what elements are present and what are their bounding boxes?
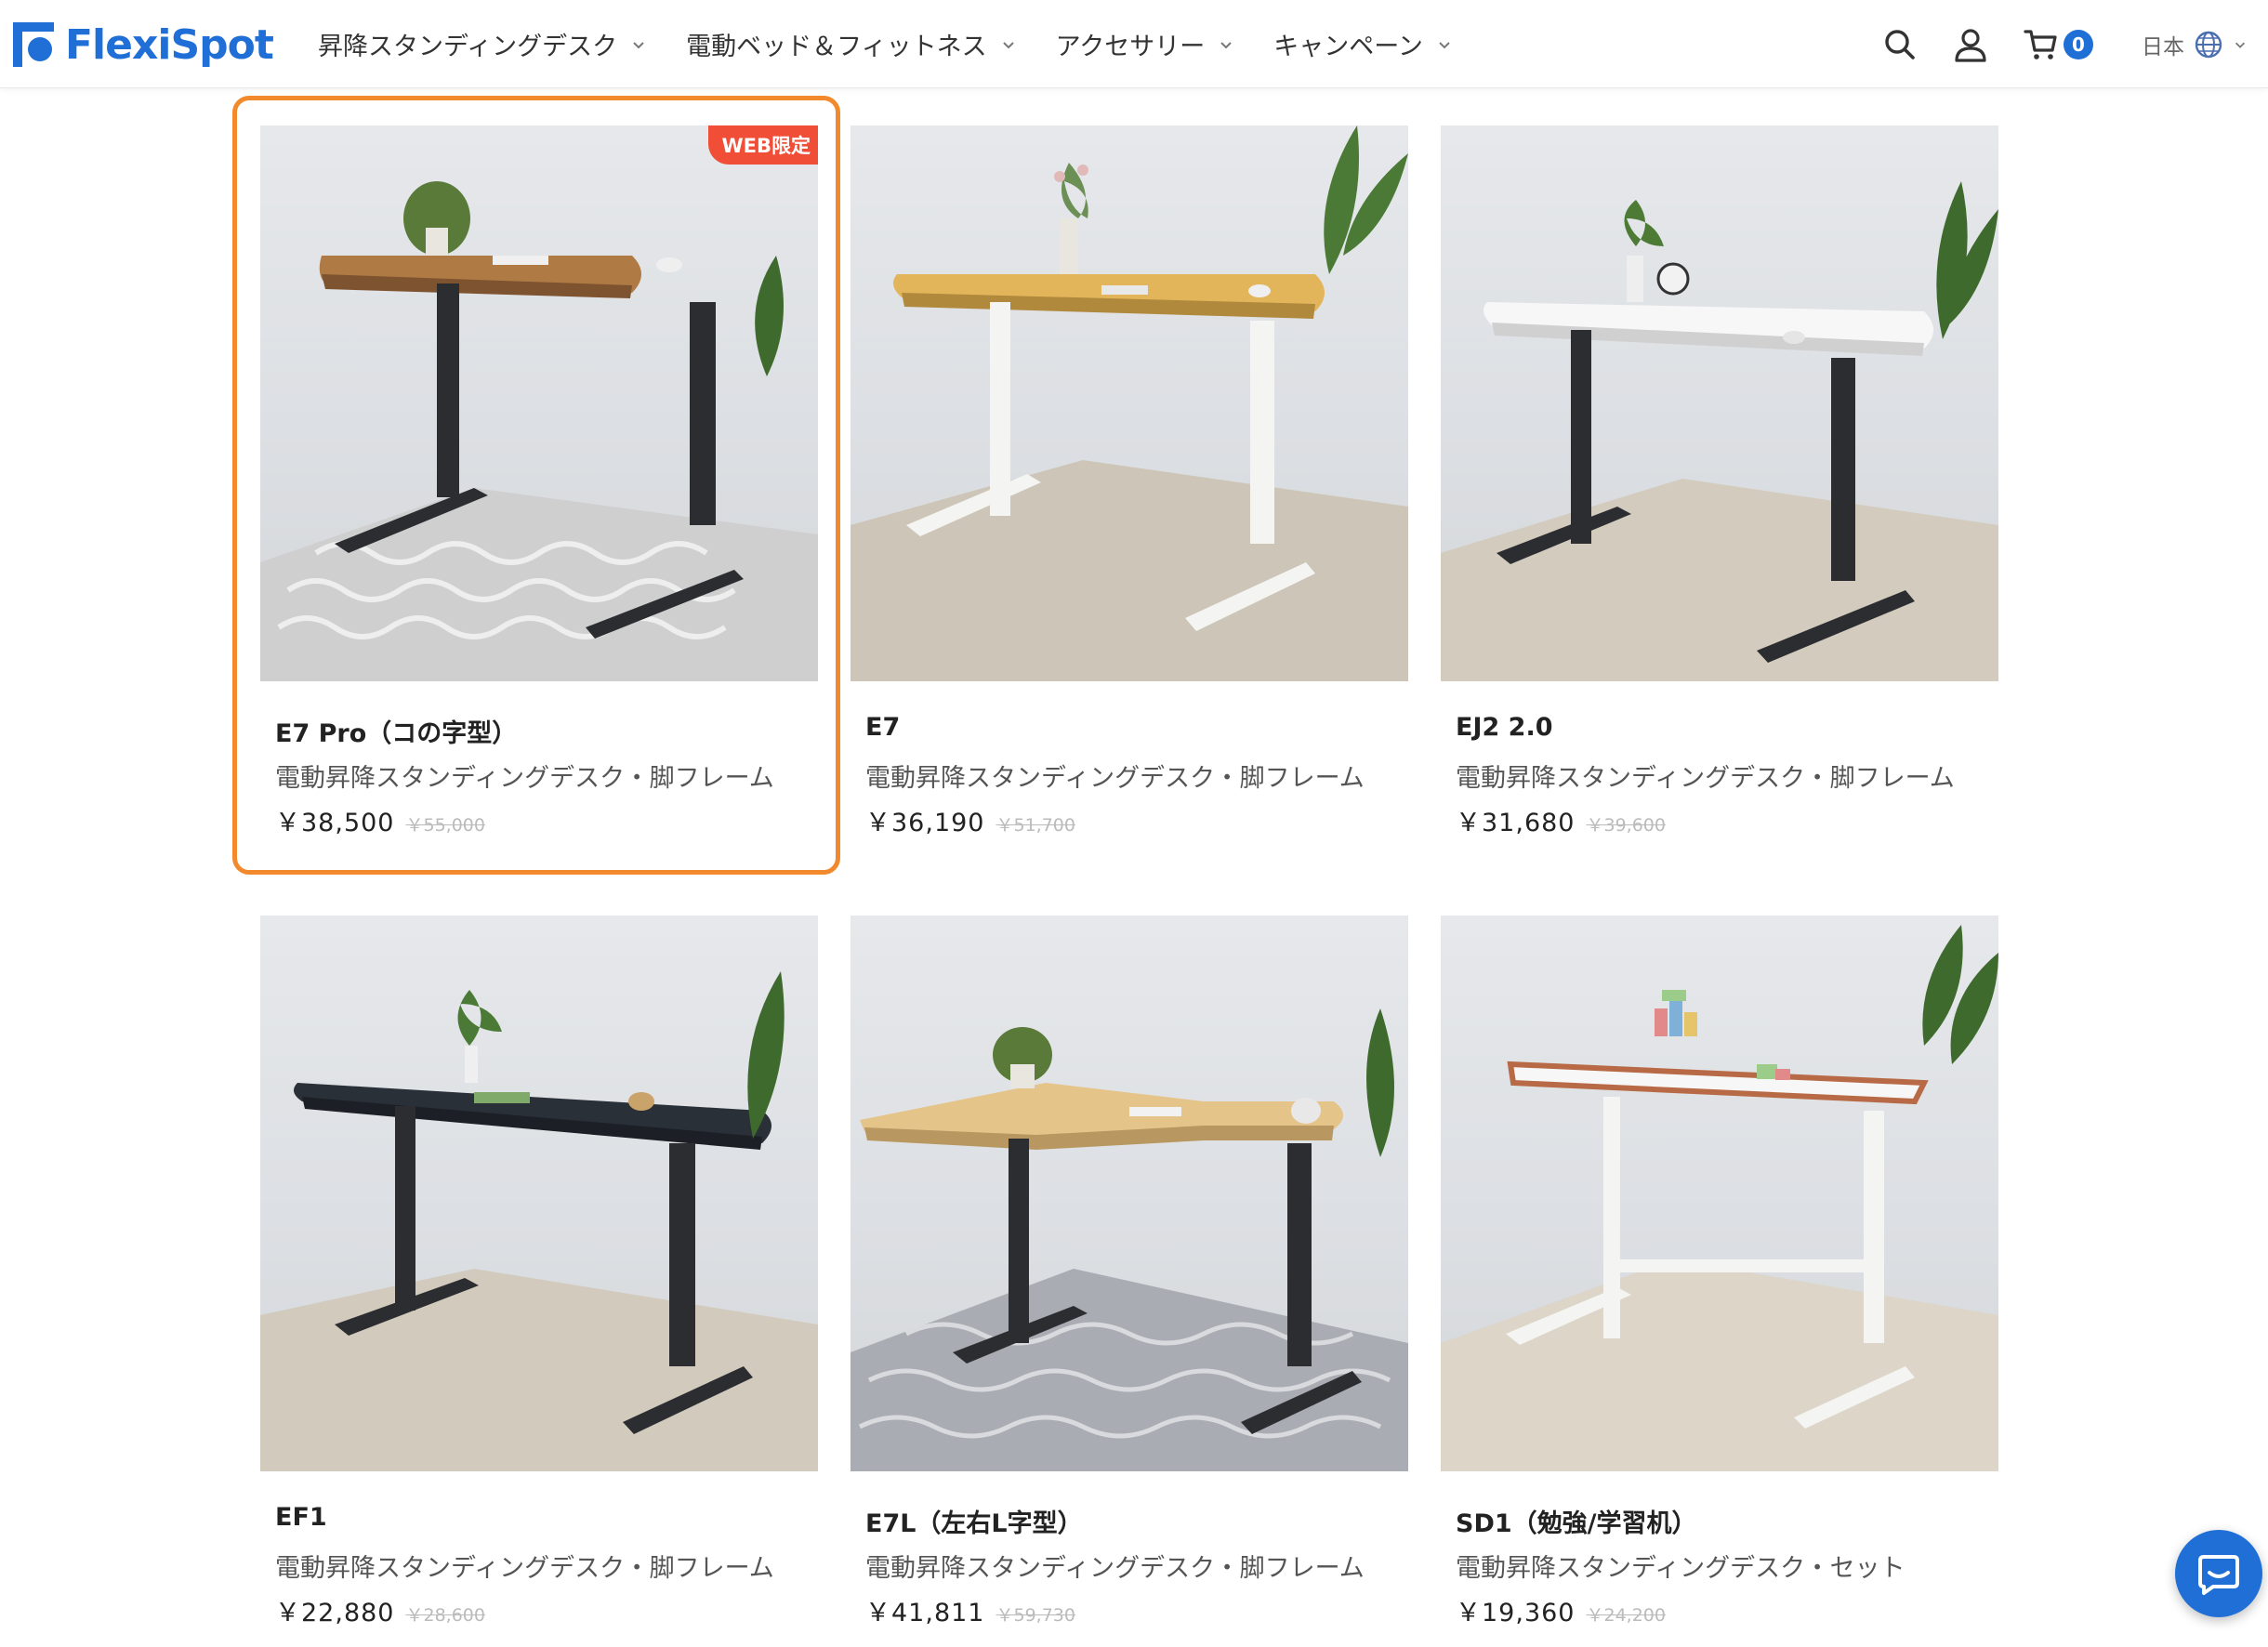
chevron-down-icon <box>1439 41 1450 48</box>
original-price: ￥28,600 <box>405 1605 485 1626</box>
site-header: FlexiSpot 昇降スタンディングデスク 電動ベッド＆フィットネス アクセサ… <box>0 0 2268 88</box>
cart-icon <box>2024 29 2057 59</box>
chevron-down-icon <box>1220 41 1232 48</box>
product-subtitle: 電動昇降スタンディングデスク・脚フレーム <box>1456 764 1955 793</box>
product-subtitle: 電動昇降スタンディングデスク・脚フレーム <box>865 764 1365 793</box>
nav-item-label: アクセサリー <box>1055 33 1206 61</box>
product-image[interactable] <box>1441 916 1998 1471</box>
product-price: ￥38,500 ￥55,000 <box>275 802 485 838</box>
product-image[interactable] <box>850 916 1408 1471</box>
desk-illustration <box>260 971 818 1471</box>
product-subtitle: 電動昇降スタンディングデスク・脚フレーム <box>275 1554 774 1583</box>
product-subtitle: 電動昇降スタンディングデスク・脚フレーム <box>865 1554 1365 1583</box>
search-icon[interactable] <box>1881 26 1919 63</box>
original-price: ￥39,600 <box>1586 815 1666 836</box>
product-name[interactable]: EF1 <box>275 1503 327 1532</box>
main-nav: 昇降スタンディングデスク 電動ベッド＆フィットネス アクセサリー キャンペーン <box>318 0 1492 88</box>
desk-illustration <box>850 1008 1408 1471</box>
nav-item-accessories[interactable]: アクセサリー <box>1056 26 1235 62</box>
product-price: ￥19,360 ￥24,200 <box>1456 1592 1666 1628</box>
nav-item-campaign[interactable]: キャンペーン <box>1273 26 1453 62</box>
original-price: ￥24,200 <box>1586 1605 1666 1626</box>
globe-icon <box>2195 31 2222 58</box>
chevron-down-icon <box>633 41 644 48</box>
sale-price: ￥41,811 <box>865 1599 985 1627</box>
sale-price: ￥38,500 <box>275 809 395 837</box>
nav-item-label: キャンペーン <box>1273 33 1423 61</box>
cart-count-badge: 0 <box>2064 29 2093 59</box>
product-name[interactable]: EJ2 2.0 <box>1456 713 1553 742</box>
logo-mark-icon <box>13 22 58 67</box>
user-icon[interactable] <box>1952 26 1989 63</box>
sale-price: ￥19,360 <box>1456 1599 1576 1627</box>
desk-illustration <box>260 181 818 681</box>
nav-item-standing-desks[interactable]: 昇降スタンディングデスク <box>318 26 647 62</box>
sale-price: ￥31,680 <box>1456 809 1576 837</box>
product-price: ￥41,811 ￥59,730 <box>865 1592 1075 1628</box>
chevron-down-icon <box>2235 42 2246 48</box>
product-image[interactable] <box>1441 125 1998 681</box>
original-price: ￥59,730 <box>996 1605 1075 1626</box>
sale-price: ￥36,190 <box>865 809 985 837</box>
sale-price: ￥22,880 <box>275 1599 395 1627</box>
chevron-down-icon <box>1002 41 1014 48</box>
header-actions: 0 日本 <box>1881 0 2268 88</box>
desk-illustration <box>1441 181 1998 681</box>
nav-item-label: 昇降スタンディングデスク <box>318 33 618 61</box>
original-price: ￥51,700 <box>996 815 1075 836</box>
product-subtitle: 電動昇降スタンディングデスク・脚フレーム <box>275 764 774 793</box>
product-image[interactable] <box>850 125 1408 681</box>
language-selector[interactable]: 日本 <box>2142 29 2248 60</box>
language-label: 日本 <box>2142 34 2184 59</box>
product-name[interactable]: E7 Pro（コの字型） <box>275 713 517 749</box>
product-name[interactable]: E7 <box>865 713 900 742</box>
nav-item-beds-fitness[interactable]: 電動ベッド＆フィットネス <box>686 26 1016 62</box>
product-image[interactable] <box>260 916 818 1471</box>
product-subtitle: 電動昇降スタンディングデスク・セット <box>1456 1554 1905 1583</box>
product-name[interactable]: E7L（左右L字型） <box>865 1503 1083 1539</box>
product-price: ￥36,190 ￥51,700 <box>865 802 1075 838</box>
product-price: ￥22,880 ￥28,600 <box>275 1592 485 1628</box>
flexispot-logo[interactable]: FlexiSpot <box>13 19 274 71</box>
live-chat-button[interactable] <box>2175 1530 2262 1617</box>
product-name[interactable]: SD1（勉強/学習机） <box>1456 1503 1697 1539</box>
desk-illustration <box>850 125 1408 681</box>
product-price: ￥31,680 ￥39,600 <box>1456 802 1666 838</box>
nav-item-label: 電動ベッド＆フィットネス <box>686 33 987 61</box>
web-limited-badge: WEB限定 <box>708 125 818 165</box>
cart-button[interactable]: 0 <box>2023 26 2093 63</box>
logo-text: FlexiSpot <box>65 20 274 69</box>
product-image[interactable]: WEB限定 <box>260 125 818 681</box>
desk-illustration <box>1441 925 1998 1471</box>
original-price: ￥55,000 <box>405 815 485 836</box>
chat-bubble-icon <box>2198 1555 2239 1595</box>
